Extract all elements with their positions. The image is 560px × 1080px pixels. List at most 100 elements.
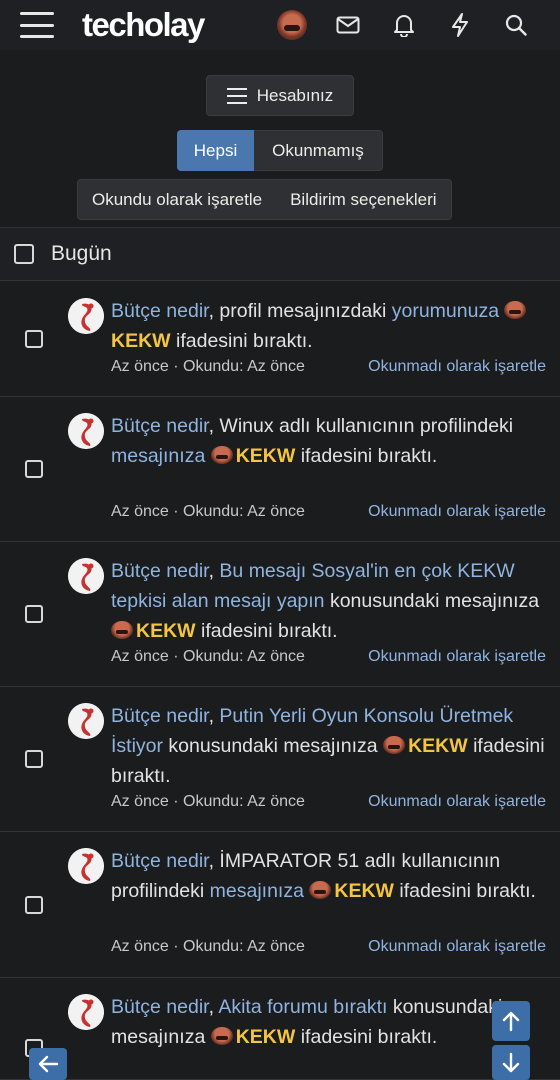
arrow-left-icon — [38, 1055, 59, 1073]
top-bar: techolay — [0, 0, 560, 50]
alert-text: Bütçe nedir, Bu mesajı Sosyal'in en çok … — [111, 556, 546, 646]
alert-time: Az önce · Okundu: Az önce — [111, 938, 305, 955]
user-link[interactable]: Bütçe nedir — [111, 415, 209, 437]
menu-icon[interactable] — [20, 12, 54, 38]
user-link[interactable]: Bütçe nedir — [111, 560, 209, 582]
alert-item[interactable]: Bütçe nedir, profil mesajınızdaki yorumu… — [0, 282, 560, 397]
reaction-label: KEKW — [235, 445, 296, 467]
user-avatar[interactable] — [68, 558, 104, 594]
arrow-up-icon — [502, 1011, 520, 1032]
alert-meta: Az önce · Okundu: Az önce Okunmadı olarak… — [111, 648, 546, 666]
alert-preferences-button[interactable]: Bildirim seçenekleri — [276, 180, 450, 219]
alert-tail: ifadesini bıraktı. — [300, 1026, 438, 1048]
alert-time: Az önce · Okundu: Az önce — [111, 648, 305, 665]
user-avatar[interactable] — [68, 413, 104, 449]
alert-text: Bütçe nedir, profil mesajınızdaki yorumu… — [111, 296, 546, 356]
alert-time: Az önce · Okundu: Az önce — [111, 503, 305, 520]
arrow-down-icon — [502, 1052, 520, 1072]
mark-read-button[interactable]: Okundu olarak işaretle — [78, 180, 276, 219]
alert-tail: ifadesini bıraktı. — [176, 330, 313, 352]
day-header: Bugün — [0, 227, 560, 281]
separator: , — [208, 560, 220, 582]
back-button[interactable] — [29, 1048, 67, 1080]
reaction-label: KEKW — [408, 735, 468, 757]
alert-text-part: konusundaki mesajınıza — [324, 590, 540, 612]
user-avatar[interactable] — [68, 703, 104, 739]
kekw-emoji-icon — [309, 881, 332, 899]
reaction-label: KEKW — [111, 330, 171, 352]
alert-checkbox[interactable] — [25, 330, 43, 348]
content-link[interactable]: yorumunuza — [392, 300, 499, 322]
user-link[interactable]: Bütçe nedir — [111, 850, 209, 872]
account-button-label: Hesabınız — [256, 85, 334, 105]
kekw-emoji-icon — [111, 621, 133, 639]
alert-time: Az önce · Okundu: Az önce — [111, 358, 305, 375]
alert-item[interactable]: Bütçe nedir, Winux adlı kullanıcının pro… — [0, 397, 560, 542]
alert-checkbox[interactable] — [25, 460, 43, 478]
lightning-icon[interactable] — [432, 8, 488, 42]
reaction-label: KEKW — [235, 1026, 296, 1048]
alert-meta: Az önce · Okundu: Az önce Okunmadı olarak… — [111, 793, 546, 811]
alert-tail: ifadesini bıraktı. — [300, 445, 438, 467]
user-avatar[interactable] — [68, 994, 104, 1030]
alert-actions: Okundu olarak işaretle Bildirim seçenekl… — [77, 179, 452, 220]
alert-text-part: konusundaki mesajınıza — [163, 735, 384, 757]
mark-unread-link[interactable]: Okunmadı olarak işaretle — [368, 793, 546, 811]
separator: , — [208, 705, 220, 727]
mail-icon[interactable] — [320, 8, 376, 42]
alert-checkbox[interactable] — [25, 895, 43, 914]
select-all-checkbox[interactable] — [14, 244, 34, 264]
user-link[interactable]: Bütçe nedir — [111, 705, 209, 727]
bell-icon[interactable] — [376, 8, 432, 42]
day-title: Bugün — [51, 242, 112, 265]
avatar — [277, 10, 307, 40]
reaction-label: KEKW — [334, 880, 394, 902]
site-logo[interactable]: techolay — [82, 6, 205, 44]
kekw-emoji-icon — [504, 301, 527, 319]
user-link[interactable]: Bütçe nedir — [111, 300, 209, 322]
alert-checkbox[interactable] — [25, 750, 43, 768]
filter-tabs: Hepsi Okunmamış — [177, 130, 383, 171]
alert-item[interactable]: Bütçe nedir, Putin Yerli Oyun Konsolu Ür… — [0, 687, 560, 832]
search-icon[interactable] — [488, 8, 544, 42]
alert-text: Bütçe nedir, Winux adlı kullanıcının pro… — [111, 411, 546, 471]
alert-tail: ifadesini bıraktı. — [201, 620, 338, 642]
user-avatar[interactable] — [68, 848, 104, 884]
alert-text-part: , Winux adlı kullanıcının profilindeki — [208, 415, 514, 437]
separator: , — [208, 996, 219, 1018]
alert-checkbox[interactable] — [25, 605, 43, 623]
alert-text-part: , profil mesajınızdaki — [208, 300, 392, 322]
alert-item[interactable]: Bütçe nedir, İMPARATOR 51 adlı kullanıcı… — [0, 832, 560, 978]
alert-meta: Az önce · Okundu: Az önce Okunmadı olarak… — [111, 358, 546, 376]
user-avatar[interactable] — [68, 298, 104, 334]
scroll-top-button[interactable] — [492, 1001, 530, 1041]
alert-meta: Az önce · Okundu: Az önce Okunmadı olarak… — [111, 503, 546, 521]
alert-time: Az önce · Okundu: Az önce — [111, 793, 305, 810]
mark-unread-link[interactable]: Okunmadı olarak işaretle — [368, 648, 546, 666]
menu-icon — [226, 87, 247, 104]
kekw-emoji-icon — [210, 1027, 233, 1045]
avatar-button[interactable] — [264, 8, 320, 42]
mark-unread-link[interactable]: Okunmadı olarak işaretle — [368, 358, 546, 376]
alert-item[interactable]: Bütçe nedir, Bu mesajı Sosyal'in en çok … — [0, 542, 560, 687]
thread-link[interactable]: Akita forumu bıraktı — [218, 996, 387, 1018]
alert-text: Bütçe nedir, Akita forumu bıraktı konusu… — [111, 992, 546, 1052]
top-icons — [264, 8, 544, 42]
kekw-emoji-icon — [210, 446, 233, 464]
alert-meta: Az önce · Okundu: Az önce Okunmadı olarak… — [111, 938, 546, 956]
alert-text: Bütçe nedir, İMPARATOR 51 adlı kullanıcı… — [111, 846, 546, 906]
tab-unread[interactable]: Okunmamış — [254, 130, 383, 171]
tab-all[interactable]: Hepsi — [177, 130, 254, 171]
alert-item[interactable]: Bütçe nedir, Akita forumu bıraktı konusu… — [0, 978, 560, 1080]
content-link[interactable]: mesajınıza — [210, 880, 304, 902]
scroll-bottom-button[interactable] — [492, 1045, 530, 1080]
account-button[interactable]: Hesabınız — [206, 75, 354, 116]
content-link[interactable]: mesajınıza — [111, 445, 205, 467]
mark-unread-link[interactable]: Okunmadı olarak işaretle — [368, 503, 546, 521]
kekw-emoji-icon — [383, 736, 406, 754]
account-area: Hesabınız Hepsi Okunmamış Okundu olarak … — [0, 50, 560, 227]
mark-unread-link[interactable]: Okunmadı olarak işaretle — [368, 938, 546, 956]
alert-tail: ifadesini bıraktı. — [399, 880, 536, 902]
user-link[interactable]: Bütçe nedir — [111, 996, 209, 1018]
reaction-label: KEKW — [136, 620, 196, 642]
